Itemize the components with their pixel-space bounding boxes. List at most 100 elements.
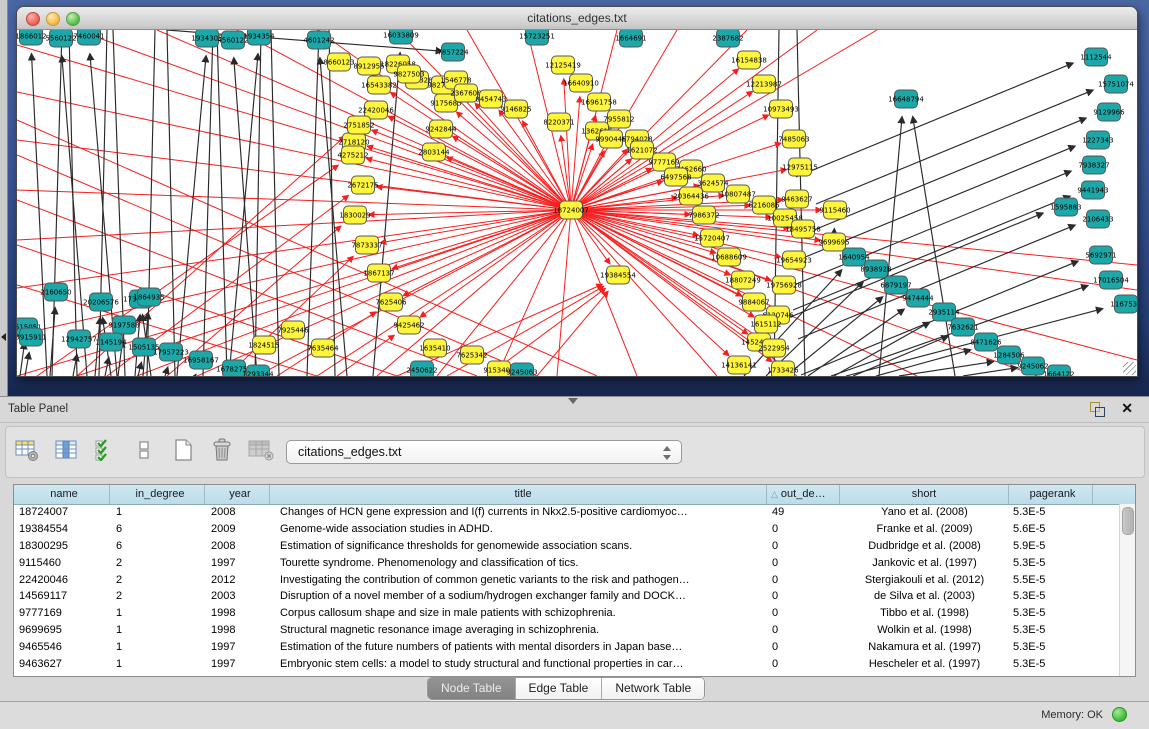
column-header-out_de[interactable]: △out_de… [767,485,840,504]
vertical-scrollbar[interactable] [1119,504,1135,676]
memory-status-indicator[interactable] [1112,707,1127,722]
graph-node-yellow[interactable]: 9827503 [393,65,424,83]
graph-node-teal[interactable]: 15751074 [1098,75,1134,93]
table-source-select[interactable]: citations_edges.txt [286,440,682,464]
graph-node-yellow[interactable]: 10807487 [720,185,756,203]
graph-node-yellow[interactable]: 1830029 [339,206,370,224]
graph-node-yellow[interactable]: 12975115 [782,158,818,176]
table-row[interactable]: 977716911998Corpus callosum shape and si… [14,605,1120,622]
column-header-pagerank[interactable]: pagerank [1009,485,1093,504]
close-panel-icon[interactable]: ✕ [1121,400,1133,417]
tab-network-table[interactable]: Network Table [602,678,704,699]
graph-node-teal[interactable]: 2106433 [1082,210,1113,228]
table-row[interactable]: 1938455462009Genome-wide association stu… [14,521,1120,538]
new-column-icon[interactable] [170,436,196,464]
split-divider-handle[interactable] [568,398,578,404]
table-row[interactable]: 946362711997Embryonic stem cells: a mode… [14,656,1120,673]
table-row[interactable]: 911546021997Tourette syndrome. Phenomeno… [14,555,1120,572]
graph-node-yellow[interactable]: 9463627 [781,190,812,208]
panel-collapse-arrow-icon[interactable] [1,333,6,341]
graph-node-teal[interactable]: 1595883 [1050,198,1081,216]
graph-node-yellow[interactable]: 7625406 [375,293,407,311]
graph-node-teal[interactable]: 1227343 [1082,131,1113,149]
delete-table-icon-disabled[interactable] [248,436,274,464]
graph-node-teal[interactable]: 2160650 [40,283,71,301]
graph-node-teal[interactable]: 16648794 [888,90,924,108]
graph-node-teal[interactable]: 7632621 [947,318,978,336]
graph-node-teal[interactable]: 1664122 [1043,365,1074,376]
graph-node-teal[interactable]: 1866012 [17,30,47,45]
tab-edge-table[interactable]: Edge Table [516,678,603,699]
tab-node-table[interactable]: Node Table [428,678,516,699]
graph-node-teal[interactable]: 8938928 [860,260,891,278]
graph-node-teal[interactable]: 16033809 [383,30,419,44]
graph-node-teal[interactable]: 7460041 [73,30,104,45]
graph-node-teal[interactable]: 3915911 [17,328,47,346]
graph-node-yellow[interactable]: 1733426 [767,361,799,376]
graph-node-yellow[interactable]: 1824515 [248,336,279,354]
graph-node-yellow[interactable]: 6497568 [660,168,691,186]
column-header-short[interactable]: short [840,485,1009,504]
graph-node-yellow[interactable]: 9884067 [738,293,769,311]
control-panel-collapsed-strip[interactable] [0,0,8,396]
graph-node-yellow[interactable]: 2672175 [347,176,378,194]
graph-node-yellow[interactable]: 7925446 [277,321,309,339]
graph-node-yellow[interactable]: 1615112 [750,315,781,333]
graph-node-teal[interactable]: 1284506 [993,346,1025,364]
graph-node-teal[interactable]: 1167533 [1110,295,1137,313]
graph-node-teal[interactable]: 7857224 [437,43,469,61]
graph-node-teal[interactable]: 9245063 [506,363,537,376]
table-row[interactable]: 1830029562008Estimation of significance … [14,538,1120,555]
graph-node-yellow[interactable]: 16640910 [563,74,599,92]
graph-node-teal[interactable]: 2450622 [406,361,437,376]
graph-node-teal[interactable]: 1293344 [242,365,274,376]
show-columns-icon[interactable] [53,436,79,464]
graph-node-teal[interactable]: 2387682 [712,30,743,47]
graph-node-yellow[interactable]: 9242844 [425,120,457,138]
column-header-name[interactable]: name [14,485,110,504]
graph-node-yellow[interactable]: 1635410 [419,339,450,357]
graph-node-yellow[interactable]: 2751852 [343,116,374,134]
graph-node-yellow[interactable]: 16543382 [361,76,397,94]
graph-node-yellow[interactable]: 9115460 [819,201,850,219]
scrollbar-thumb[interactable] [1122,507,1134,535]
graph-node-teal[interactable]: 12942757 [61,330,97,348]
graph-node-yellow[interactable]: 10973493 [763,100,799,118]
graph-node-yellow[interactable]: 1867137 [363,264,394,282]
graph-node-yellow[interactable]: 7986372 [688,206,719,224]
graph-node-teal[interactable]: 17016504 [1093,271,1129,289]
graph-node-teal[interactable]: 5560122 [45,30,76,47]
graph-node-teal[interactable]: 1664691 [615,30,646,47]
table-row[interactable]: 2242004622012Investigating the contribut… [14,572,1120,589]
graph-node-yellow[interactable]: 14136141 [721,356,757,374]
graph-node-yellow[interactable]: 19756928 [766,276,802,294]
graph-node-yellow[interactable]: 7635464 [307,339,339,357]
graph-node-yellow[interactable]: 8660123 [323,53,354,71]
graph-node-teal[interactable]: 8471626 [970,333,1002,351]
graph-node-teal[interactable]: 4601242 [303,31,334,49]
graph-node-yellow[interactable]: 16154838 [731,51,767,69]
graph-node-yellow[interactable]: 7625342 [456,346,487,364]
graph-node-teal[interactable]: 1934354 [243,30,275,45]
graph-node-yellow[interactable]: 2522954 [758,339,790,357]
graph-node-teal[interactable]: 1145194 [95,333,127,351]
graph-node-teal[interactable]: 9441943 [1077,181,1108,199]
delete-columns-trash-icon[interactable] [209,436,235,464]
graph-node-teal[interactable]: 9129966 [1093,103,1125,121]
network-window-titlebar[interactable]: citations_edges.txt [17,7,1137,30]
table-row[interactable]: 946554611997Estimation of the future num… [14,639,1120,656]
network-canvas-svg[interactable]: 1872400712125419166409101696175879558121… [17,30,1137,376]
graph-node-teal[interactable]: 9474444 [902,289,934,307]
graph-node-yellow[interactable]: 19384554 [600,266,636,284]
graph-node-yellow[interactable]: 9425462 [393,316,424,334]
network-canvas[interactable]: 1872400712125419166409101696175879558121… [17,30,1137,376]
resize-grip-icon[interactable] [1123,362,1136,375]
table-settings-icon[interactable] [14,436,40,464]
column-header-in_degree[interactable]: in_degree [110,485,205,504]
select-all-icon[interactable] [92,436,118,464]
graph-node-yellow[interactable]: 4275212 [337,146,368,164]
graph-node-teal[interactable]: 20206576 [83,293,119,311]
graph-node-teal[interactable]: 9197588 [108,316,139,334]
graph-node-yellow[interactable]: 2803144 [418,143,450,161]
table-row[interactable]: 969969511998Structural magnetic resonanc… [14,622,1120,639]
